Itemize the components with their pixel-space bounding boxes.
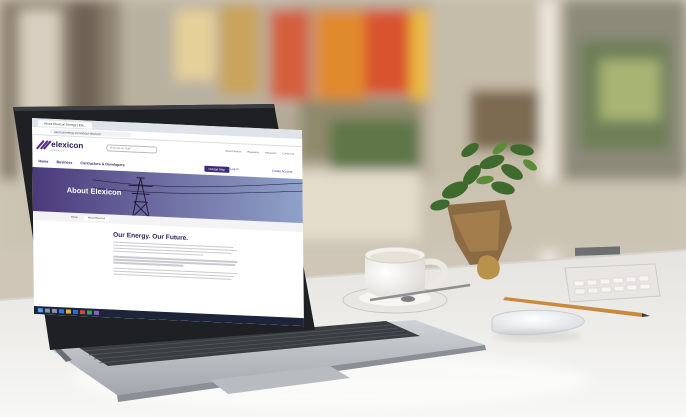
link-regulatory[interactable]: Regulatory xyxy=(247,151,259,155)
breadcrumb-current: About Elexicon xyxy=(83,215,110,221)
nav-business[interactable]: Business xyxy=(56,160,72,165)
login-link[interactable]: Log in xyxy=(230,167,238,171)
mail-icon[interactable] xyxy=(72,309,78,315)
nav-contractors[interactable]: Contractors & Developers xyxy=(80,161,124,167)
link-newsroom[interactable]: Newsroom xyxy=(265,151,276,155)
search-icon[interactable] xyxy=(44,308,50,313)
start-icon[interactable] xyxy=(37,307,43,313)
utility-links: About Elexicon Regulatory Newsroom Conta… xyxy=(225,150,294,156)
outage-map-button[interactable]: Outage Map xyxy=(204,165,229,173)
site-logo[interactable]: elexicon ENERGY xyxy=(51,139,83,152)
folder-icon[interactable] xyxy=(65,309,71,314)
link-contact[interactable]: Contact Us xyxy=(282,152,294,156)
search-input[interactable]: How can we help? xyxy=(106,144,158,154)
browser-icon[interactable] xyxy=(58,308,64,314)
page-content: Our Energy. Our Future. xyxy=(33,220,304,283)
elexicon-logo-icon xyxy=(36,140,52,151)
app-icon[interactable] xyxy=(86,310,92,315)
body-text-lines xyxy=(113,241,303,284)
laptop-screen: About Elexicon Energy | Ele... elexicone… xyxy=(32,118,304,327)
photo-scene: About Elexicon Energy | Ele... elexicone… xyxy=(0,0,686,417)
nav-home[interactable]: Home xyxy=(38,159,48,163)
create-account-link[interactable]: Create Account xyxy=(272,169,293,174)
link-about[interactable]: About Elexicon xyxy=(225,150,241,154)
breadcrumb-home[interactable]: Home xyxy=(71,216,78,219)
app-icon[interactable] xyxy=(93,310,99,316)
app-icon[interactable] xyxy=(79,309,85,315)
taskview-icon[interactable] xyxy=(51,308,57,314)
